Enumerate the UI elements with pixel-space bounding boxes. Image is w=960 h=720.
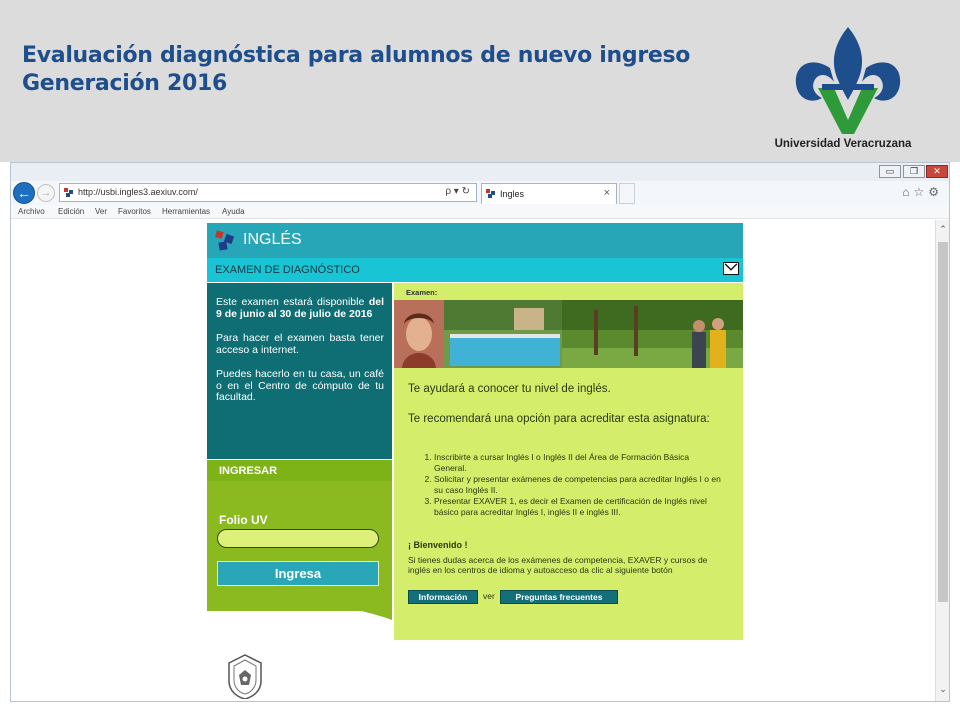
- ver-text: ver: [483, 591, 495, 601]
- tab-close-icon[interactable]: ×: [604, 187, 610, 199]
- new-tab-button[interactable]: [619, 183, 635, 204]
- slide-header: Evaluación diagnóstica para alumnos de n…: [0, 0, 960, 162]
- examen-label: Examen:: [406, 288, 438, 297]
- login-label: INGRESAR: [219, 465, 278, 477]
- home-favorites-settings-icons[interactable]: ⌂☆⚙: [902, 185, 943, 199]
- availability-panel: Este examen estará disponible del 9 de j…: [207, 283, 392, 459]
- availability-text: Este examen estará disponible del 9 de j…: [216, 296, 384, 320]
- exam-title: EXAMEN DE DIAGNÓSTICO: [215, 264, 360, 276]
- faq-button[interactable]: Preguntas frecuentes: [500, 590, 618, 604]
- ingresa-button[interactable]: Ingresa: [217, 561, 379, 586]
- informacion-button[interactable]: Información: [408, 590, 478, 604]
- browser-titlebar: ▭ ❐ ✕: [11, 163, 949, 181]
- doubts-text: Si tienes dudas acerca de los exámenes d…: [408, 555, 708, 575]
- menu-edicion[interactable]: Edición: [58, 207, 84, 216]
- intro-text: Te ayudará a conocer tu nivel de inglés.: [408, 383, 611, 395]
- login-header: INGRESAR: [207, 460, 392, 481]
- vertical-scrollbar[interactable]: ⌃ ⌄: [935, 220, 949, 701]
- options-list: Inscribirte a cursar Inglés I o Inglés I…: [420, 452, 722, 518]
- option-item: Solicitar y presentar exámenes de compet…: [434, 474, 722, 496]
- browser-tab[interactable]: Ingles ×: [481, 183, 617, 204]
- site-header: INGLÉS: [207, 223, 743, 258]
- slide-title: Evaluación diagnóstica para alumnos de n…: [22, 42, 690, 98]
- menu-archivo[interactable]: Archivo: [18, 207, 45, 216]
- uv-fleur-de-lis-logo: [795, 27, 901, 134]
- menu-ayuda[interactable]: Ayuda: [222, 207, 245, 216]
- minimize-button[interactable]: ▭: [879, 165, 901, 178]
- browser-menubar: Archivo Edición Ver Favoritos Herramient…: [11, 205, 949, 219]
- tab-favicon-icon: [486, 189, 495, 198]
- tab-label: Ingles: [500, 189, 525, 199]
- slide-title-line1: Evaluación diagnóstica para alumnos de n…: [22, 43, 691, 68]
- site-title: INGLÉS: [243, 231, 302, 248]
- menu-herramientas[interactable]: Herramientas: [162, 207, 210, 216]
- folio-label: Folio UV: [219, 513, 268, 527]
- site-logo-icon: [215, 230, 235, 251]
- exam-info-panel: Examen: Te ayudará a conocer tu nivel de…: [394, 283, 743, 640]
- location-text: Puedes hacerlo en tu casa, un café o en …: [216, 368, 384, 403]
- mail-icon[interactable]: [723, 262, 739, 275]
- menu-favoritos[interactable]: Favoritos: [118, 207, 151, 216]
- requirements-text: Para hacer el examen basta tener acceso …: [216, 332, 384, 356]
- scroll-down-icon[interactable]: ⌄: [937, 682, 949, 696]
- presentation-slide: Evaluación diagnóstica para alumnos de n…: [0, 0, 960, 720]
- menu-ver[interactable]: Ver: [95, 207, 107, 216]
- restore-button[interactable]: ❐: [903, 165, 925, 178]
- slide-title-line2: Generación 2016: [22, 71, 228, 96]
- search-refresh-icons[interactable]: ρ ▾ ↻: [445, 186, 470, 197]
- university-name: Universidad Veracruzana: [774, 138, 912, 150]
- address-bar[interactable]: http://usbi.ingles3.aexiuv.com/ ρ ▾ ↻: [59, 183, 477, 202]
- browser-navbar: ← → http://usbi.ingles3.aexiuv.com/ ρ ▾ …: [11, 181, 949, 205]
- folio-input[interactable]: [217, 529, 379, 548]
- panel-decoration: [207, 590, 392, 620]
- option-item: Inscribirte a cursar Inglés I o Inglés I…: [434, 452, 722, 474]
- scroll-up-icon[interactable]: ⌃: [937, 222, 949, 236]
- close-window-button[interactable]: ✕: [926, 165, 948, 178]
- scroll-thumb[interactable]: [938, 242, 948, 602]
- site-favicon-icon: [64, 188, 73, 197]
- address-url: http://usbi.ingles3.aexiuv.com/: [78, 187, 198, 197]
- campus-photo-banner: [394, 300, 743, 368]
- forward-button[interactable]: →: [37, 184, 55, 202]
- university-seal-icon: [228, 654, 262, 699]
- back-button[interactable]: ←: [13, 182, 35, 204]
- recommend-text: Te recomendará una opción para acreditar…: [408, 413, 710, 425]
- option-item: Presentar EXAVER 1, es decir el Examen d…: [434, 496, 722, 518]
- welcome-text: ¡ Bienvenido !: [408, 540, 468, 550]
- exam-bar: EXAMEN DE DIAGNÓSTICO: [207, 258, 743, 282]
